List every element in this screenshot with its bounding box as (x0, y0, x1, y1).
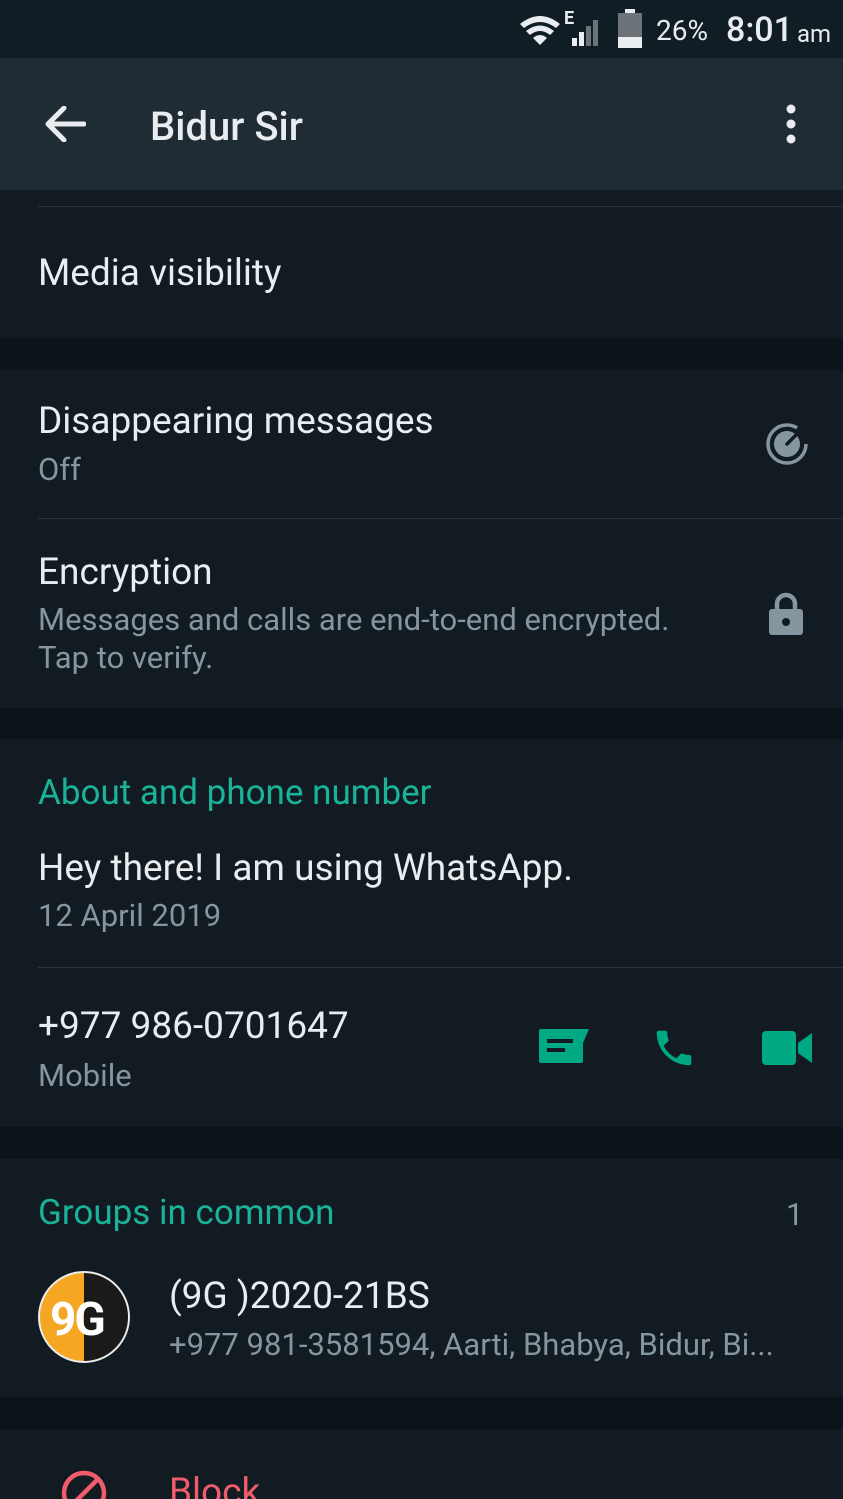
signal-icon (572, 20, 598, 46)
encryption-description-line2: Tap to verify. (38, 639, 214, 676)
encryption-description-line1: Messages and calls are end-to-end encryp… (38, 601, 670, 638)
block-section: Block (0, 1429, 843, 1499)
groups-section: Groups in common 1 9G (9G )2020-21BS +97… (0, 1159, 843, 1397)
phone-type: Mobile (38, 1057, 132, 1094)
block-label: Block (169, 1471, 261, 1499)
about-status-row[interactable]: Hey there! I am using WhatsApp. 12 April… (0, 829, 843, 967)
status-bar: E 26% 8:01 am (0, 0, 843, 58)
media-visibility-section: Media visibility (0, 190, 843, 338)
voice-call-icon[interactable] (651, 1025, 697, 1071)
lock-icon (769, 592, 803, 635)
group-members: +977 981-3581594, Aarti, Bhabya, Bidur, … (169, 1326, 774, 1363)
battery-icon (618, 9, 642, 48)
divider (38, 967, 843, 968)
about-status-date: 12 April 2019 (38, 897, 222, 934)
block-icon (61, 1470, 107, 1499)
phone-number: +977 986-0701647 (38, 1005, 349, 1048)
contact-name: Bidur Sir (150, 103, 303, 150)
group-name: (9G )2020-21BS (169, 1275, 430, 1318)
timer-icon (766, 423, 808, 465)
encryption-row[interactable]: Encryption Messages and calls are end-to… (0, 520, 843, 708)
disappearing-messages-title: Disappearing messages (38, 400, 434, 443)
disappearing-messages-value: Off (38, 451, 81, 488)
video-call-icon[interactable] (762, 1031, 812, 1065)
battery-percent: 26% (656, 14, 708, 47)
about-header: About and phone number (38, 772, 432, 813)
block-row[interactable]: Block (0, 1429, 843, 1499)
wifi-icon (520, 16, 560, 45)
divider (38, 518, 843, 519)
phone-row[interactable]: +977 986-0701647 Mobile (0, 969, 843, 1127)
message-icon[interactable] (537, 1027, 591, 1067)
encryption-title: Encryption (38, 551, 213, 594)
privacy-section: Disappearing messages Off Encryption Mes… (0, 370, 843, 708)
group-list-item[interactable]: 9G (9G )2020-21BS +977 981-3581594, Aart… (0, 1259, 843, 1387)
about-section: About and phone number Hey there! I am u… (0, 739, 843, 1127)
clock-ampm: am (797, 20, 832, 48)
divider (38, 206, 843, 207)
about-status-text: Hey there! I am using WhatsApp. (38, 847, 573, 890)
app-bar: Bidur Sir (0, 58, 843, 190)
groups-count: 1 (786, 1196, 804, 1233)
group-avatar-text: 9G (50, 1293, 106, 1347)
group-avatar: 9G (38, 1271, 130, 1363)
media-visibility-label[interactable]: Media visibility (38, 252, 281, 295)
back-arrow-icon[interactable] (44, 106, 86, 142)
clock-time: 8:01 (726, 10, 793, 50)
more-options-icon[interactable] (783, 104, 799, 144)
groups-header: Groups in common (38, 1192, 335, 1233)
disappearing-messages-row[interactable]: Disappearing messages Off (0, 370, 843, 518)
